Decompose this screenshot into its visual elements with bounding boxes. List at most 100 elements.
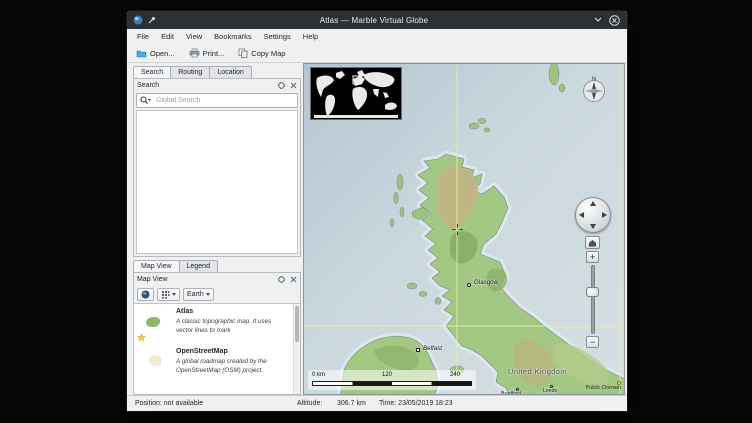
tab-legend[interactable]: Legend bbox=[179, 260, 218, 272]
titlebar-icons bbox=[127, 15, 156, 25]
menu-help[interactable]: Help bbox=[297, 31, 324, 42]
close-panel-button[interactable] bbox=[289, 82, 297, 90]
menu-edit[interactable]: Edit bbox=[155, 31, 180, 42]
sidebar: Search Routing Location Search bbox=[133, 63, 301, 395]
theme-item-openstreetmap[interactable]: OpenStreetMap A global roadmap created b… bbox=[134, 344, 300, 384]
close-icon bbox=[609, 15, 620, 26]
projection-button[interactable] bbox=[137, 288, 154, 301]
main-toolbar: Open... Print... Copy Map bbox=[127, 44, 627, 63]
scrollbar-handle[interactable] bbox=[295, 306, 299, 342]
scale-bar: 0 km 120 240 bbox=[308, 370, 476, 390]
celestial-body-select[interactable]: Earth bbox=[183, 288, 214, 301]
app-globe-icon bbox=[133, 15, 143, 25]
theme-item-atlas[interactable]: Atlas A classic topographic map. It uses… bbox=[134, 304, 300, 344]
city-label: Glasgow bbox=[474, 279, 498, 286]
float-panel-button[interactable] bbox=[277, 82, 285, 90]
capital-label: Belfast bbox=[423, 345, 442, 352]
global-search-input[interactable] bbox=[154, 96, 294, 105]
grid-options-button[interactable] bbox=[157, 288, 180, 301]
scale-bar-segments bbox=[312, 381, 472, 386]
menu-file[interactable]: File bbox=[131, 31, 155, 42]
navigation-pad[interactable] bbox=[575, 197, 611, 233]
map-center-crosshair-icon bbox=[452, 224, 463, 235]
folder-icon bbox=[136, 49, 147, 58]
pin-icon bbox=[147, 16, 156, 25]
pan-up-arrow-icon[interactable] bbox=[590, 201, 596, 206]
compass-rose-icon: N bbox=[580, 75, 608, 103]
grid-icon bbox=[161, 290, 170, 299]
mapview-tabbar: Map View Legend bbox=[133, 257, 301, 272]
theme-description: A classic topographic map. It uses vecto… bbox=[176, 317, 284, 336]
glasgow-marker[interactable] bbox=[467, 283, 471, 287]
zoom-slider-track[interactable] bbox=[591, 265, 595, 334]
search-panel-header: Search bbox=[134, 79, 300, 92]
scale-label-start: 0 km bbox=[312, 372, 325, 378]
statusbar: Position: not available Altitude: 306.7 … bbox=[127, 395, 627, 411]
search-tabbar: Search Routing Location bbox=[133, 63, 301, 78]
theme-text: OpenStreetMap A global roadmap created b… bbox=[176, 348, 284, 380]
window-title: Atlas — Marble Virtual Globe bbox=[156, 16, 592, 25]
favorite-star-icon bbox=[137, 333, 146, 342]
theme-list-scrollbar[interactable] bbox=[293, 304, 300, 394]
open-button[interactable]: Open... bbox=[131, 46, 182, 61]
home-icon bbox=[588, 239, 597, 247]
map-view-panel-title: Map View bbox=[137, 276, 168, 283]
marble-window: Atlas — Marble Virtual Globe File Edit V… bbox=[126, 10, 628, 412]
compass-north-label: N bbox=[592, 77, 596, 83]
map-view-panel: Map View bbox=[133, 272, 301, 395]
map-view-toolbar: Earth bbox=[134, 286, 300, 303]
search-results-list[interactable] bbox=[136, 110, 298, 254]
chevron-down-icon bbox=[594, 17, 602, 23]
zoom-slider-handle[interactable] bbox=[586, 287, 599, 297]
search-panel: Search bbox=[133, 78, 301, 257]
search-icon bbox=[140, 96, 151, 105]
search-panel-buttons bbox=[277, 82, 297, 90]
tab-routing[interactable]: Routing bbox=[170, 66, 210, 78]
titlebar[interactable]: Atlas — Marble Virtual Globe bbox=[127, 11, 627, 29]
theme-thumbnail-osm bbox=[139, 348, 171, 380]
map-canvas[interactable]: N + − Glasgow Belfas bbox=[303, 63, 625, 395]
close-panel-icon bbox=[290, 82, 297, 89]
tab-search[interactable]: Search bbox=[133, 66, 171, 78]
globe-projection-icon bbox=[141, 290, 150, 299]
scale-bar-labels: 0 km 120 240 bbox=[312, 372, 472, 380]
compass[interactable]: N bbox=[580, 75, 608, 103]
copy-map-button[interactable]: Copy Map bbox=[233, 45, 292, 61]
menubar: File Edit View Bookmarks Settings Help bbox=[127, 29, 627, 44]
open-button-label: Open... bbox=[150, 49, 175, 58]
scale-label-mid: 120 bbox=[382, 372, 392, 378]
tab-location[interactable]: Location bbox=[209, 66, 251, 78]
town-label: Leeds bbox=[543, 388, 557, 394]
window-controls bbox=[592, 15, 627, 26]
menu-bookmarks[interactable]: Bookmarks bbox=[208, 31, 258, 42]
status-altitude-label: Altitude: bbox=[297, 400, 322, 407]
theme-name: Atlas bbox=[176, 308, 284, 315]
close-panel-button[interactable] bbox=[289, 276, 297, 284]
print-button[interactable]: Print... bbox=[184, 45, 232, 61]
chevron-down-icon bbox=[206, 293, 210, 296]
zoom-in-button[interactable]: + bbox=[586, 251, 599, 263]
zoom-out-button[interactable]: − bbox=[586, 336, 599, 348]
pan-left-arrow-icon[interactable] bbox=[579, 212, 584, 218]
shade-button[interactable] bbox=[592, 15, 603, 26]
country-label: United Kingdom bbox=[508, 367, 567, 376]
menu-view[interactable]: View bbox=[180, 31, 208, 42]
menu-settings[interactable]: Settings bbox=[258, 31, 297, 42]
close-panel-icon bbox=[290, 276, 297, 283]
pan-down-arrow-icon[interactable] bbox=[590, 224, 596, 229]
float-panel-button[interactable] bbox=[277, 276, 285, 284]
search-panel-title: Search bbox=[137, 82, 159, 89]
pan-right-arrow-icon[interactable] bbox=[602, 212, 607, 218]
belfast-marker[interactable] bbox=[416, 348, 420, 352]
home-button[interactable] bbox=[585, 236, 600, 249]
close-button[interactable] bbox=[609, 15, 620, 26]
copy-map-button-label: Copy Map bbox=[251, 49, 285, 58]
map-theme-list: Atlas A classic topographic map. It uses… bbox=[134, 303, 300, 394]
float-icon bbox=[278, 82, 285, 89]
map-view-panel-buttons bbox=[277, 276, 297, 284]
chevron-down-icon bbox=[172, 293, 176, 296]
map-view-panel-header: Map View bbox=[134, 273, 300, 286]
overview-map[interactable] bbox=[310, 67, 402, 120]
search-input-row bbox=[136, 93, 298, 108]
tab-map-view[interactable]: Map View bbox=[133, 260, 180, 272]
